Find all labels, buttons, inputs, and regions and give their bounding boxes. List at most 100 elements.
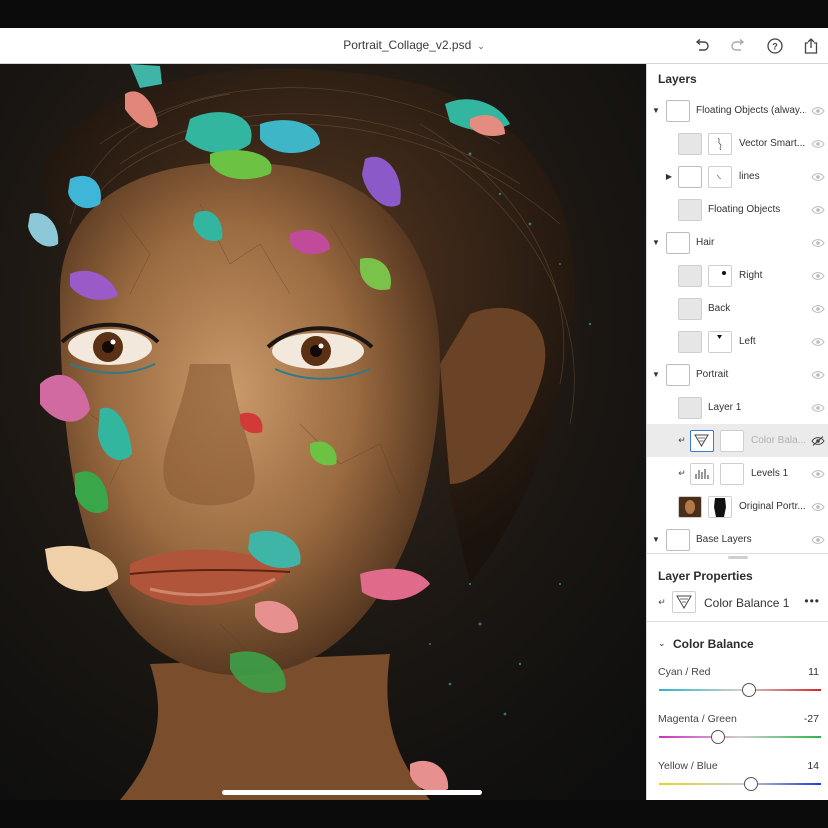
folder-icon	[666, 528, 690, 551]
slider-knob-magenta-green[interactable]	[711, 730, 726, 744]
expand-triangle-icon[interactable]: ▼	[651, 238, 661, 247]
layer-row-right[interactable]: Right	[647, 259, 828, 292]
svg-text:?: ?	[772, 42, 778, 52]
slider-knob-yellow-blue[interactable]	[744, 777, 759, 791]
divider	[647, 621, 828, 622]
slider-track-magenta-green[interactable]	[659, 736, 821, 738]
expand-triangle-icon[interactable]: ▼	[651, 370, 661, 379]
canvas[interactable]	[0, 64, 646, 800]
layers-panel-title: Layers	[658, 72, 697, 86]
layer-name: Floating Objects (alway...	[696, 105, 806, 116]
selected-layer-name: Color Balance 1	[704, 596, 790, 610]
undo-icon[interactable]	[691, 35, 713, 57]
layer-row-hair-group[interactable]: ▼ Hair	[647, 226, 828, 259]
slider-label-yellow-blue: Yellow / Blue	[658, 760, 718, 772]
layer-properties-title: Layer Properties	[658, 569, 753, 583]
eye-icon[interactable]	[811, 304, 825, 314]
top-bar: Portrait_Collage_v2.psd ⌄ ?	[0, 28, 828, 64]
layer-name: Right	[739, 270, 763, 281]
collapse-triangle-icon[interactable]: ▶	[664, 172, 674, 181]
panel-resize-handle[interactable]	[728, 556, 748, 559]
more-options-button[interactable]: •••	[804, 594, 820, 608]
bottom-bezel	[0, 800, 828, 828]
layer-row-levels-1[interactable]: ↵ Levels 1	[647, 457, 828, 490]
layer-row-portrait-group[interactable]: ▼ Portrait	[647, 358, 828, 391]
layer-mask-thumbnail	[720, 429, 744, 452]
layer-row-left[interactable]: Left	[647, 325, 828, 358]
eye-icon[interactable]	[811, 106, 825, 116]
slider-value-cyan-red[interactable]: 11	[808, 666, 819, 678]
layer-name: Color Bala...	[751, 435, 807, 446]
slider-value-magenta-green[interactable]: -27	[804, 713, 819, 725]
layer-name: Hair	[696, 237, 715, 248]
layer-mask-thumbnail	[720, 462, 744, 485]
layer-thumbnail	[678, 495, 702, 518]
expand-triangle-icon[interactable]: ▼	[651, 106, 661, 115]
clipping-arrow-icon: ↵	[678, 435, 686, 445]
portrait-artwork	[0, 64, 646, 800]
layer-name: Portrait	[696, 369, 729, 380]
layers-panel: Layers ▼ Floating Objects (alway... Vect…	[646, 64, 828, 800]
folder-icon	[666, 363, 690, 386]
eye-icon[interactable]	[811, 502, 825, 512]
divider	[647, 553, 828, 554]
eye-icon[interactable]	[811, 271, 825, 281]
folder-icon	[666, 231, 690, 254]
eye-icon[interactable]	[811, 172, 825, 182]
layer-thumbnail	[678, 330, 702, 353]
layer-row-color-balance[interactable]: ↵ Color Bala...	[647, 424, 828, 457]
color-balance-adjustment-icon	[690, 429, 714, 452]
eye-icon[interactable]	[811, 370, 825, 380]
redo-icon[interactable]	[727, 35, 749, 57]
slider-track-cyan-red[interactable]	[659, 689, 821, 691]
eye-icon[interactable]	[811, 469, 825, 479]
layer-row-floating-objects[interactable]: Floating Objects	[647, 193, 828, 226]
folder-icon	[666, 99, 690, 122]
eye-icon[interactable]	[811, 139, 825, 149]
layer-name: Levels 1	[751, 468, 789, 479]
clipping-arrow-icon: ↵	[678, 468, 686, 478]
document-title: Portrait_Collage_v2.psd	[343, 38, 472, 52]
layer-row-lines[interactable]: ▶ lines	[647, 160, 828, 193]
color-balance-adjustment-icon	[672, 591, 696, 613]
layer-thumbnail	[678, 264, 702, 287]
layer-mask-thumbnail	[708, 165, 732, 188]
layer-name: Layer 1	[708, 402, 742, 413]
layer-row-original-portrait[interactable]: Original Portr...	[647, 490, 828, 523]
slider-label-cyan-red: Cyan / Red	[658, 666, 711, 678]
layer-name: Floating Objects	[708, 204, 781, 215]
layer-name: Vector Smart...	[739, 138, 806, 149]
home-indicator	[222, 790, 482, 795]
share-icon[interactable]	[800, 35, 822, 57]
layer-thumbnail	[678, 198, 702, 221]
slider-label-magenta-green: Magenta / Green	[658, 713, 737, 725]
layer-row-base-layers-group[interactable]: ▼ Base Layers	[647, 523, 828, 556]
chevron-down-icon[interactable]: ⌄	[658, 638, 666, 649]
layer-row-back[interactable]: Back	[647, 292, 828, 325]
expand-triangle-icon[interactable]: ▼	[651, 535, 661, 544]
help-icon[interactable]: ?	[764, 35, 786, 57]
app-frame: Portrait_Collage_v2.psd ⌄ ? Layers ▼ Flo…	[0, 0, 828, 828]
eye-icon[interactable]	[811, 403, 825, 413]
color-balance-section-title[interactable]: Color Balance	[673, 637, 754, 651]
layer-row-floating-objects-group[interactable]: ▼ Floating Objects (alway...	[647, 94, 828, 127]
chevron-down-icon: ⌄	[477, 41, 485, 51]
layer-mask-thumbnail	[708, 264, 732, 287]
clipping-arrow-icon: ↵	[658, 597, 666, 607]
slider-value-yellow-blue[interactable]: 14	[807, 760, 819, 772]
slider-knob-cyan-red[interactable]	[741, 683, 756, 697]
eye-icon[interactable]	[811, 535, 825, 545]
eye-icon[interactable]	[811, 205, 825, 215]
layer-row-vector-smart[interactable]: Vector Smart...	[647, 127, 828, 160]
layer-mask-thumbnail	[708, 330, 732, 353]
layer-row-layer-1[interactable]: Layer 1	[647, 391, 828, 424]
layer-name: Base Layers	[696, 534, 752, 545]
slider-track-yellow-blue[interactable]	[659, 783, 821, 785]
layer-name: Back	[708, 303, 731, 314]
eye-hidden-icon[interactable]	[811, 435, 825, 446]
folder-icon	[678, 165, 702, 188]
eye-icon[interactable]	[811, 337, 825, 347]
layer-name: Left	[739, 336, 756, 347]
eye-icon[interactable]	[811, 238, 825, 248]
layer-name: Original Portr...	[739, 501, 806, 512]
